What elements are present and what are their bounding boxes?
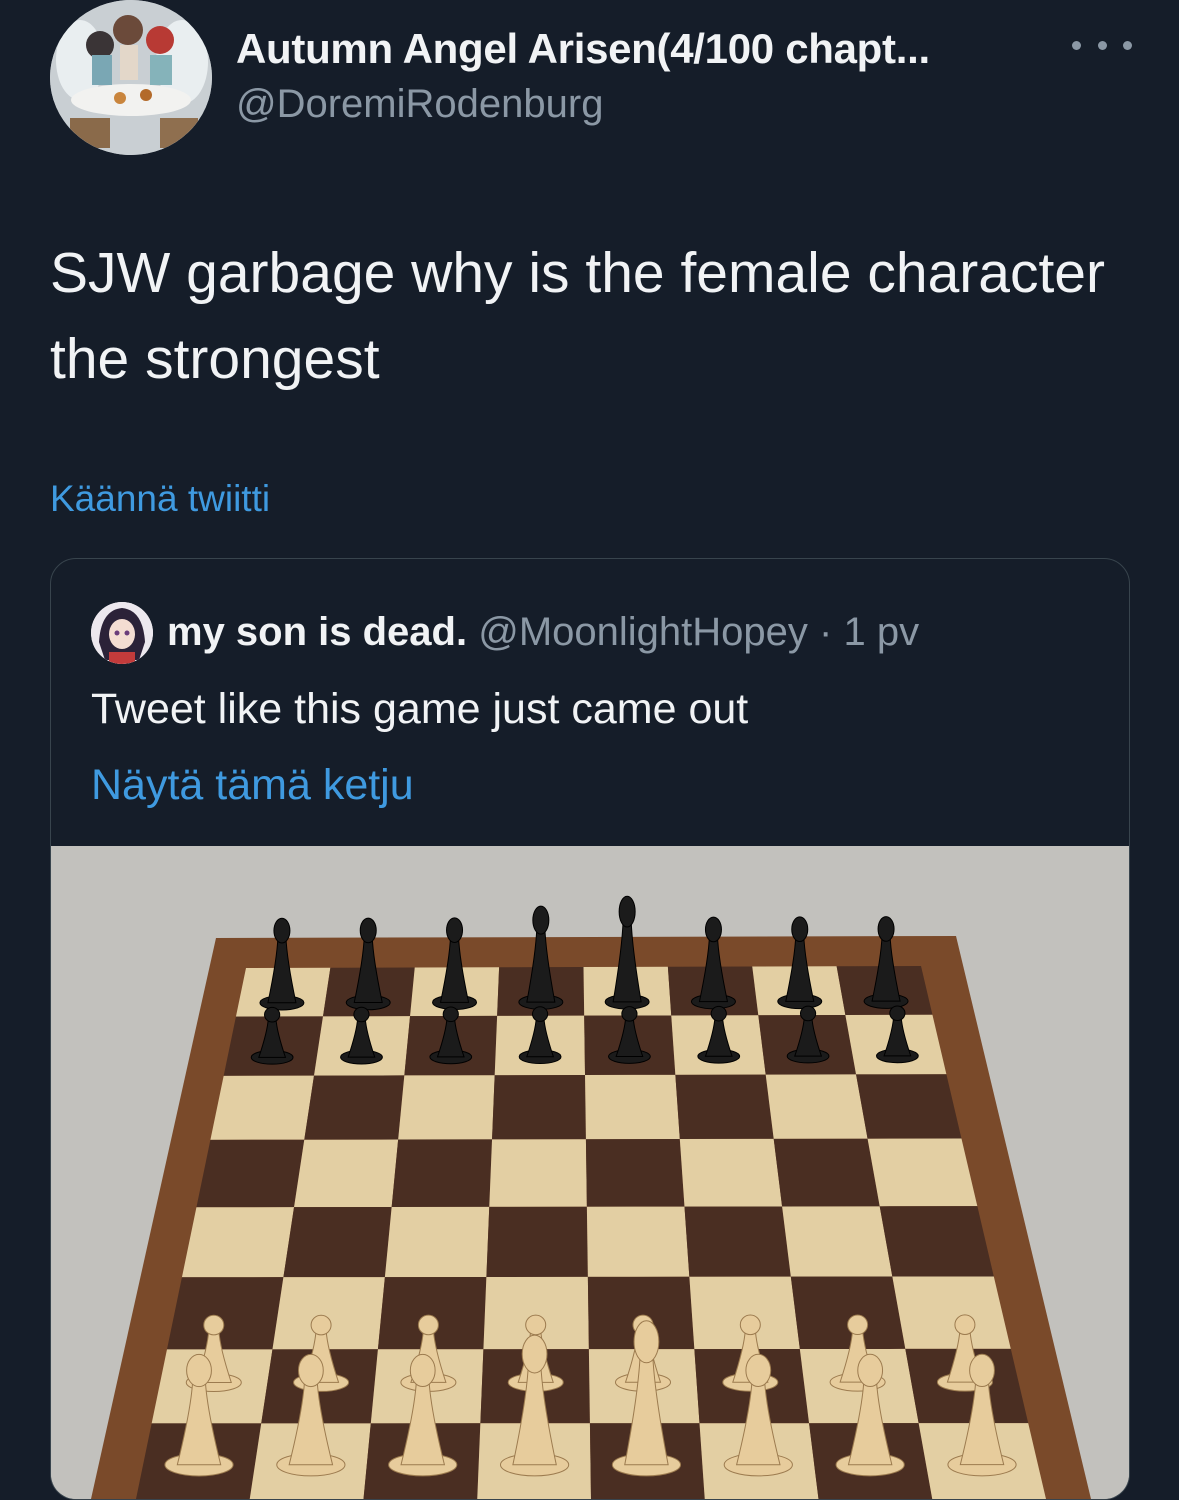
board-square xyxy=(684,1206,791,1277)
ellipsis-dot xyxy=(1123,40,1132,50)
board-square xyxy=(879,1206,994,1277)
board-square xyxy=(585,1139,685,1207)
board-square xyxy=(181,1207,295,1278)
author-display-name[interactable]: Autumn Angel Arisen(4/100 chapt... xyxy=(236,25,930,73)
quoted-tweet-text: Tweet like this game just came out xyxy=(91,685,749,733)
board-square xyxy=(585,1074,680,1140)
board-square xyxy=(790,1276,906,1350)
board-square xyxy=(892,1276,1011,1349)
board-square xyxy=(675,1074,774,1140)
board-square xyxy=(856,1074,962,1139)
board-square xyxy=(867,1138,978,1207)
board-square xyxy=(773,1138,880,1207)
board-square xyxy=(196,1139,305,1208)
board-square xyxy=(166,1277,284,1350)
board-square xyxy=(765,1074,868,1139)
show-thread-link[interactable]: Näytä tämä ketju xyxy=(91,761,414,810)
translate-tweet-link[interactable]: Käännä twiitti xyxy=(50,478,270,520)
board-square xyxy=(210,1075,315,1140)
quoted-author-name[interactable]: my son is dead. xyxy=(167,610,467,654)
board-square xyxy=(586,1206,690,1277)
quoted-tweet-time[interactable]: 1 pv xyxy=(843,610,919,654)
board-square xyxy=(489,1139,587,1207)
board-square xyxy=(398,1075,495,1140)
anime-girl-avatar-icon xyxy=(91,602,153,664)
board-square xyxy=(384,1206,490,1278)
ellipsis-dot xyxy=(1072,40,1081,50)
meta-separator: · xyxy=(819,610,833,654)
author-avatar[interactable] xyxy=(50,0,212,155)
quoted-author-avatar[interactable] xyxy=(91,602,153,664)
board-square xyxy=(679,1138,783,1207)
more-options-icon[interactable] xyxy=(1072,30,1132,60)
anime-angels-avatar-icon xyxy=(50,0,212,155)
ellipsis-dot xyxy=(1097,40,1107,50)
author-handle[interactable]: @DoremiRodenburg xyxy=(236,82,603,127)
quoted-tweet-card[interactable]: my son is dead. @MoonlightHopey · 1 pv T… xyxy=(50,558,1130,1500)
board-square xyxy=(492,1075,586,1140)
board-square xyxy=(272,1277,385,1350)
board-square xyxy=(391,1139,493,1208)
board-square xyxy=(283,1207,392,1278)
board-square xyxy=(486,1206,588,1277)
board-square xyxy=(294,1139,399,1208)
board-square xyxy=(782,1206,893,1277)
board-square xyxy=(304,1075,405,1140)
chessboard-photo-icon xyxy=(51,846,1129,1499)
quoted-tweet-header: my son is dead. @MoonlightHopey · 1 pv xyxy=(167,610,919,655)
quoted-author-handle[interactable]: @MoonlightHopey xyxy=(478,610,808,654)
quoted-tweet-media[interactable] xyxy=(51,846,1129,1499)
tweet-text: SJW garbage why is the female character … xyxy=(50,241,1105,391)
